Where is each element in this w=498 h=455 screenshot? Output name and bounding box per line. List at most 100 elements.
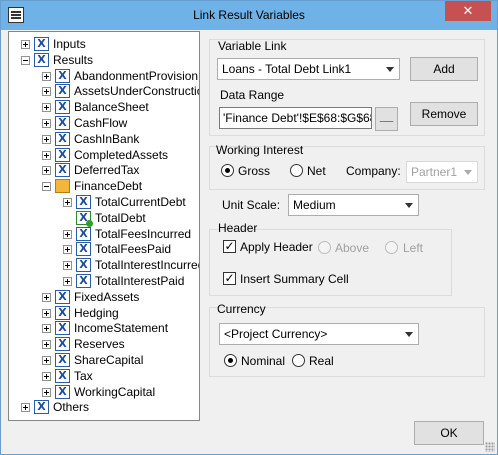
tree-node[interactable]: CashFlow	[9, 115, 199, 131]
expand-icon[interactable]	[21, 40, 30, 49]
unit-scale-label: Unit Scale:	[222, 198, 281, 212]
expand-icon[interactable]	[42, 119, 51, 128]
tree-node[interactable]: Results	[9, 52, 199, 68]
remove-button[interactable]: Remove	[410, 102, 478, 126]
tree-node[interactable]: CashInBank	[9, 131, 199, 147]
gross-radio[interactable]	[221, 164, 234, 177]
expand-icon[interactable]	[21, 403, 30, 413]
excel-icon	[76, 274, 91, 288]
tree-node[interactable]: TotalFeesIncurred	[9, 226, 199, 242]
add-button[interactable]: Add	[410, 57, 478, 81]
unit-scale-select[interactable]: Medium	[288, 194, 419, 216]
header-label: Header	[218, 221, 258, 235]
tree-node[interactable]: TotalInterestIncurred	[9, 257, 199, 273]
tree-node[interactable]: DeferredTax	[9, 162, 199, 178]
expand-icon[interactable]	[42, 71, 51, 81]
tree-node[interactable]: ShareCapital	[9, 352, 199, 368]
chevron-down-icon	[464, 170, 472, 175]
expand-icon[interactable]	[63, 261, 72, 271]
excel-icon	[55, 289, 70, 304]
nominal-radio[interactable]	[224, 354, 237, 367]
tree-node-label: FixedAssets	[74, 289, 140, 304]
close-button[interactable]: ✕	[445, 1, 491, 21]
excel-icon	[55, 368, 70, 383]
tree-node[interactable]: Others	[9, 399, 199, 415]
ok-button[interactable]: OK	[414, 421, 484, 445]
excel-icon	[76, 242, 91, 257]
variables-tree[interactable]: InputsResultsAbandonmentProvisionAssetsU…	[8, 31, 200, 421]
tree-node[interactable]: WorkingCapital	[9, 384, 199, 400]
tree-node-label: Reserves	[74, 337, 125, 352]
expand-icon[interactable]	[42, 356, 51, 365]
tree-node[interactable]: Tax	[9, 368, 199, 384]
tree-node-label: IncomeStatement	[74, 321, 169, 336]
currency-label: Currency	[217, 302, 266, 316]
tree-node-label: TotalFeesPaid	[95, 242, 172, 257]
range-picker-button[interactable]: __	[375, 107, 398, 131]
expand-icon[interactable]	[63, 277, 72, 286]
nominal-label: Nominal	[241, 354, 286, 368]
excel-icon	[76, 226, 91, 241]
expand-icon[interactable]	[63, 229, 72, 239]
expand-icon[interactable]	[42, 371, 51, 381]
tree-node[interactable]: AbandonmentProvision	[9, 68, 199, 84]
excel-icon	[55, 147, 70, 162]
tree-node-label: CompletedAssets	[74, 147, 169, 162]
expand-icon[interactable]	[42, 134, 51, 144]
link-result-variables-dialog: Link Result Variables ✕ InputsResultsAba…	[0, 0, 498, 455]
insert-summary-checkbox[interactable]: ✓	[223, 272, 236, 285]
collapse-icon[interactable]	[42, 182, 51, 192]
tree-node[interactable]: BalanceSheet	[9, 99, 199, 115]
tree-node[interactable]: FixedAssets	[9, 289, 199, 305]
others-icon	[34, 400, 49, 415]
tree-node[interactable]: AssetsUnderConstruction	[9, 83, 199, 99]
apply-header-label: Apply Header	[240, 240, 313, 254]
expand-icon[interactable]	[42, 324, 51, 334]
tree-node[interactable]: TotalInterestPaid	[9, 273, 199, 289]
tree-node[interactable]: Inputs	[9, 36, 199, 52]
tree-node-label: TotalInterestIncurred	[95, 258, 200, 273]
currency-select[interactable]: <Project Currency>	[219, 323, 419, 345]
title-bar: Link Result Variables ✕	[1, 1, 497, 30]
variable-link-select[interactable]: Loans - Total Debt Link1	[217, 58, 400, 80]
left-radio[interactable]	[385, 241, 398, 254]
collapse-icon[interactable]	[21, 55, 30, 65]
expand-icon[interactable]	[63, 245, 72, 255]
excel-icon	[55, 337, 70, 352]
linked-excel-icon	[76, 210, 93, 227]
tree-node-label: CashFlow	[74, 116, 128, 130]
tree-node-label: AssetsUnderConstruction	[74, 84, 200, 99]
expand-icon[interactable]	[42, 103, 51, 113]
expand-icon[interactable]	[42, 166, 51, 176]
tree-node[interactable]: TotalFeesPaid	[9, 241, 199, 257]
excel-icon	[55, 305, 70, 320]
expand-icon[interactable]	[42, 292, 51, 302]
excel-icon	[76, 195, 91, 209]
apply-header-checkbox[interactable]: ✓	[223, 240, 236, 253]
tree-node[interactable]: TotalDebt	[9, 210, 199, 227]
working-interest-label: Working Interest	[216, 143, 304, 157]
tree-node-label: TotalFeesIncurred	[95, 226, 192, 241]
expand-icon[interactable]	[42, 150, 51, 160]
company-select[interactable]: Partner1	[406, 161, 478, 183]
expand-icon[interactable]	[63, 198, 72, 207]
expand-icon[interactable]	[42, 308, 51, 318]
above-radio[interactable]	[318, 241, 331, 254]
tree-node[interactable]: FinanceDebt	[9, 178, 199, 194]
tree-node[interactable]: Reserves	[9, 336, 199, 352]
real-radio[interactable]	[292, 354, 305, 367]
data-range-input[interactable]: 'Finance Debt'!$E$68:$G$68	[219, 107, 372, 129]
tree-node[interactable]: CompletedAssets	[9, 147, 199, 163]
tree-node-label: TotalDebt	[95, 210, 146, 225]
currency-value: <Project Currency>	[224, 327, 328, 341]
data-range-label: Data Range	[220, 88, 285, 102]
net-radio[interactable]	[290, 164, 303, 177]
tree-node[interactable]: TotalCurrentDebt	[9, 194, 199, 210]
tree-node[interactable]: Hedging	[9, 305, 199, 321]
resize-grip[interactable]	[485, 442, 495, 452]
expand-icon[interactable]	[42, 87, 51, 97]
expand-icon[interactable]	[42, 387, 51, 397]
expand-icon[interactable]	[42, 340, 51, 350]
excel-icon	[76, 258, 91, 273]
tree-node[interactable]: IncomeStatement	[9, 320, 199, 336]
